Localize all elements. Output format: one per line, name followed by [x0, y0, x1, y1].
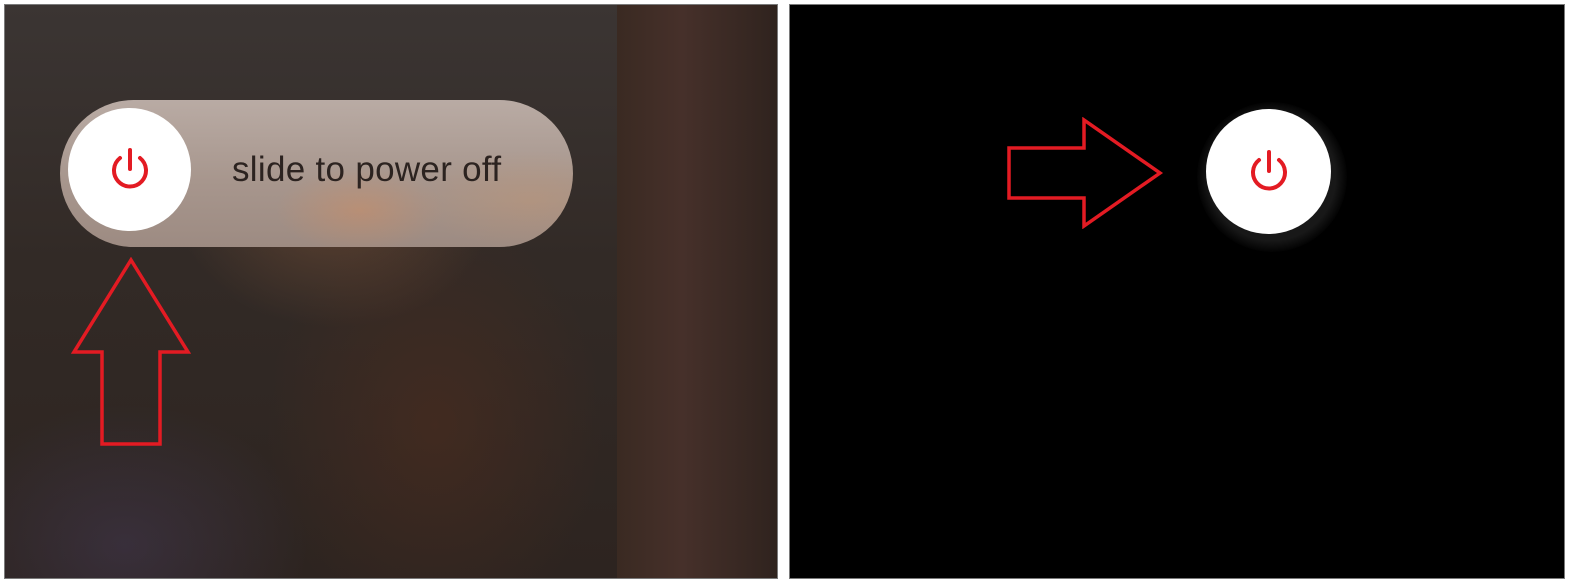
screenshot-composite: slide to power off — [0, 0, 1569, 583]
arrow-up-annotation-icon — [70, 256, 192, 452]
power-button[interactable] — [1206, 109, 1331, 234]
slider-label: slide to power off — [232, 150, 502, 189]
slide-to-power-off-screen: slide to power off — [4, 4, 778, 579]
background-strip — [617, 5, 777, 578]
arrow-right-annotation-icon — [1006, 116, 1164, 234]
power-off-slider[interactable]: slide to power off — [60, 100, 573, 247]
power-icon — [108, 147, 152, 193]
powering-off-screen — [789, 4, 1565, 579]
power-icon — [1247, 149, 1291, 195]
power-off-slider-knob[interactable] — [68, 108, 191, 231]
